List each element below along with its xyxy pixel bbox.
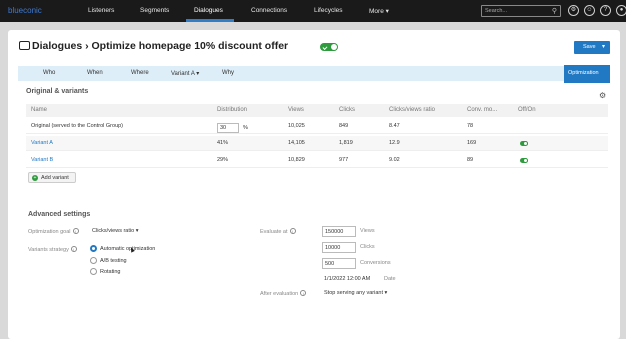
variant-ratio: 12.9 [389,140,400,146]
variant-clicks: 1,819 [339,140,353,146]
strategy-ab-label[interactable]: A/B testing [100,258,127,264]
variant-toggle[interactable] [520,158,528,163]
radio-ab-testing[interactable] [90,257,97,264]
table-row: Variant B 29% 10,829 977 9.02 89 [26,153,608,168]
radio-rotating[interactable] [90,268,97,275]
date-unit: Date [384,276,396,282]
variant-ratio: 9.02 [389,157,400,163]
table-row: Original (served to the Control Group) 1… [26,119,608,134]
plus-icon: + [32,175,38,181]
chevron-down-icon[interactable]: ▾ [602,43,605,50]
col-off-on[interactable]: Off/On [518,107,536,113]
variant-views: 10,829 [288,157,305,163]
dialogue-tab-bar: Who When Where Variant A ▾ Why [18,66,610,81]
variants-table-header: Name Distribution Views Clicks Clicks/vi… [26,104,608,117]
nav-dialogues[interactable]: Dialogues [194,7,223,14]
search-input[interactable]: Search... ⚲ [481,5,561,17]
top-navigation-bar: blueconic Listeners Segments Dialogues C… [0,0,626,22]
variant-name-link[interactable]: Variant A [31,140,53,146]
tab-why[interactable]: Why [222,70,234,76]
strategy-rotating-label[interactable]: Rotating [100,269,121,275]
nav-segments[interactable]: Segments [140,7,169,14]
variants-strategy-text: Variants strategy [28,247,69,253]
advanced-settings-heading: Advanced settings [28,211,91,218]
variant-toggle[interactable] [520,141,528,146]
views-unit: Views [360,228,375,234]
variant-clicks: 849 [339,123,349,129]
after-evaluation-text: After evaluation [260,291,299,297]
tab-optimization[interactable]: Optimization [564,65,610,83]
user-icon[interactable]: ☺ [584,5,595,16]
search-placeholder: Search... [485,8,508,14]
save-button[interactable]: Save ▾ [574,41,610,54]
col-name[interactable]: Name [31,107,47,113]
save-label: Save [583,44,596,50]
tab-where[interactable]: Where [131,70,149,76]
page-title-text: Dialogues › Optimize homepage 10% discou… [32,40,289,52]
info-icon[interactable]: i [300,290,307,296]
after-evaluation-label: After evaluation i [260,290,307,297]
evaluate-views-input[interactable]: 150000 [322,226,356,237]
evaluate-at-label: Evaluate at i [260,228,296,235]
nav-connections[interactable]: Connections [251,7,287,14]
conversions-unit: Conversions [360,260,391,266]
variants-heading: Original & variants [26,88,89,95]
info-icon[interactable]: i [72,228,79,234]
tab-variant-a[interactable]: Variant A ▾ [171,70,199,77]
active-nav-indicator [186,19,234,22]
evaluate-conversions-input[interactable]: 500 [322,258,356,269]
tab-optimization-label: Optimization [568,70,599,76]
variant-ratio: 8.47 [389,123,400,129]
variant-distribution: 41% [217,140,229,146]
dialogue-icon [19,41,30,50]
variant-conv: 169 [467,140,477,146]
optimization-goal-select[interactable]: Clicks/views ratio ▾ [92,228,138,234]
col-views[interactable]: Views [288,107,304,113]
after-evaluation-select[interactable]: Stop serving any variant ▾ [324,290,387,296]
table-row: Variant A 41% 14,105 1,819 12.9 169 [26,136,608,151]
nav-listeners[interactable]: Listeners [88,7,114,14]
variant-views: 14,105 [288,140,305,146]
page-title: Dialogues › Optimize homepage 10% discou… [19,40,288,52]
variant-distribution: 29% [217,157,229,163]
settings-icon[interactable]: ⚙ [568,5,579,16]
optimization-goal-label: Optimization goal i [28,228,79,235]
distribution-input[interactable]: 30 [217,123,239,133]
info-icon[interactable]: i [289,228,296,234]
optimization-goal-text: Optimization goal [28,229,71,235]
nav-lifecycles[interactable]: Lifecycles [314,7,343,14]
col-distribution[interactable]: Distribution [217,107,247,113]
help-icon[interactable]: ? [600,5,611,16]
add-variant-button[interactable]: + Add variant [28,172,76,183]
variant-clicks: 977 [339,157,349,163]
evaluate-at-text: Evaluate at [260,229,288,235]
add-variant-label: Add variant [41,175,69,181]
info-icon[interactable]: i [70,246,77,252]
col-conv[interactable]: Conv. mo... [467,107,497,113]
search-icon[interactable]: ⚲ [552,7,557,15]
variant-conv: 78 [467,123,474,129]
evaluate-date-value[interactable]: 1/1/2022 12:00 AM [324,276,370,282]
variant-name-link[interactable]: Variant B [31,157,53,163]
dialogue-active-toggle[interactable] [320,43,338,51]
evaluate-clicks-input[interactable]: 10000 [322,242,356,253]
nav-more-menu[interactable]: More ▾ [369,7,389,15]
variants-strategy-label: Variants strategy i [28,246,77,253]
radio-automatic-optimization[interactable] [90,245,97,252]
variant-conv: 89 [467,157,474,163]
blueconic-logo[interactable]: blueconic [8,6,42,15]
strategy-automatic-label[interactable]: Automatic optimization [100,246,155,252]
account-icon[interactable]: ● [616,5,626,16]
variant-views: 10,025 [288,123,305,129]
tab-when[interactable]: When [87,70,103,76]
gear-icon[interactable]: ⚙ [599,91,606,100]
clicks-unit: Clicks [360,244,375,250]
col-ratio[interactable]: Clicks/views ratio [389,107,435,113]
variant-name: Original (served to the Control Group) [31,123,124,129]
percent-unit: % [243,125,248,131]
col-clicks[interactable]: Clicks [339,107,355,113]
tab-who[interactable]: Who [43,70,55,76]
